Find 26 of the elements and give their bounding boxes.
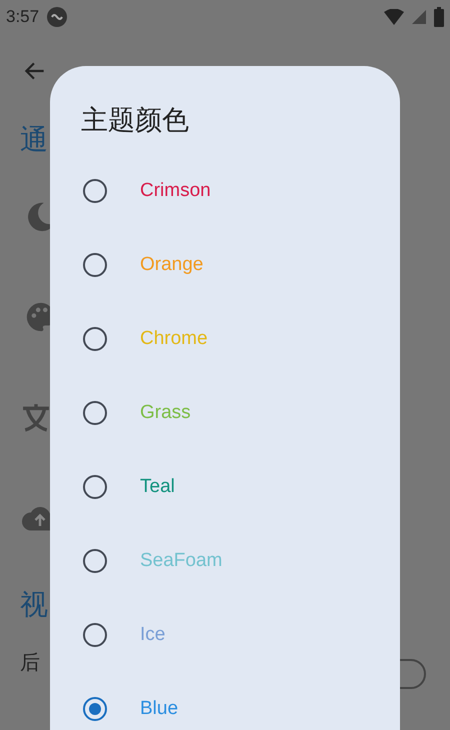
radio-button[interactable] — [83, 401, 107, 425]
signal-icon — [412, 10, 426, 24]
setting-label: 后 — [20, 651, 40, 676]
color-option-label[interactable]: Orange — [140, 250, 204, 280]
radio-button[interactable] — [83, 475, 107, 499]
radio-button[interactable] — [83, 549, 107, 573]
wifi-icon — [384, 9, 404, 25]
radio-button[interactable] — [83, 179, 107, 203]
status-time: 3:57 — [6, 6, 40, 28]
radio-button[interactable] — [83, 327, 107, 351]
color-option-label[interactable]: Blue — [140, 694, 178, 724]
translate-icon — [22, 402, 50, 432]
radio-button[interactable] — [83, 697, 107, 721]
color-option-label[interactable]: SeaFoam — [140, 546, 222, 576]
app-badge-icon — [47, 7, 68, 27]
color-option-label[interactable]: Ice — [140, 620, 166, 650]
radio-button[interactable] — [83, 253, 107, 277]
dialog-title: 主题颜色 — [80, 104, 190, 137]
color-option-label[interactable]: Teal — [140, 472, 175, 502]
section-heading: 通 — [20, 123, 48, 157]
battery-icon — [434, 7, 444, 27]
color-option-label[interactable]: Grass — [140, 398, 191, 428]
radio-button[interactable] — [83, 623, 107, 647]
color-option-label[interactable]: Chrome — [140, 324, 208, 354]
section-heading: 视 — [20, 588, 48, 622]
color-option-label[interactable]: Crimson — [140, 176, 211, 206]
